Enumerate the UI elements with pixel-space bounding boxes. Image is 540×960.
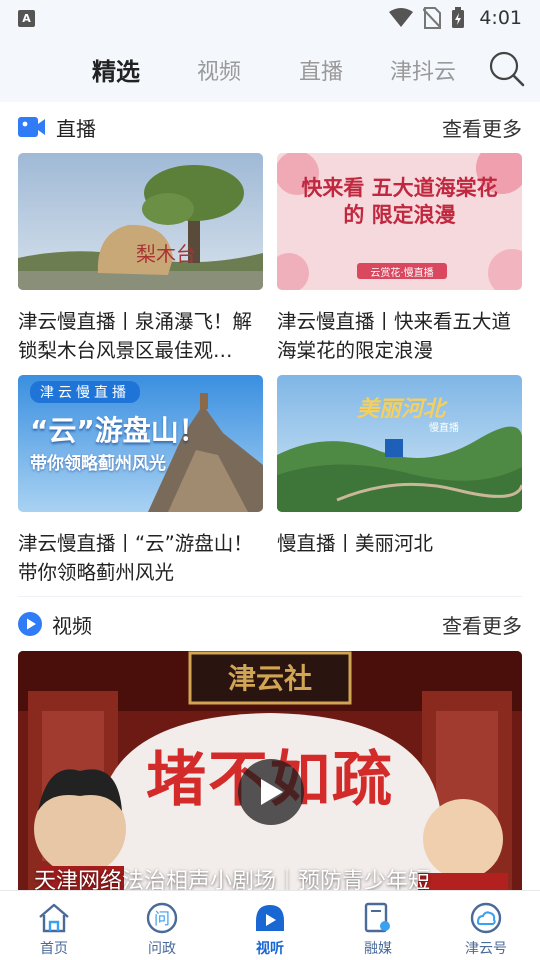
live-card-thumbnail: 梨木台	[18, 153, 263, 290]
no-sim-icon	[423, 7, 442, 29]
video-caption: 天津网络法治相声小剧场｜预防青少年短	[34, 869, 431, 890]
play-icon	[261, 779, 283, 805]
tab-jindouyun[interactable]: 津抖云	[390, 54, 456, 86]
status-bar: A 4:01	[0, 0, 540, 36]
thumb-stone-text: 梨木台	[136, 242, 196, 266]
thumb-badge: 慢直播	[429, 423, 459, 434]
thumb-subheadline: 带你领略蓟州风光	[30, 454, 166, 474]
search-icon[interactable]	[488, 50, 526, 88]
live-section-header: 直播 查看更多	[0, 102, 540, 152]
status-time: 4:01	[479, 7, 522, 29]
nav-cloud-account[interactable]: 津云号	[432, 891, 540, 960]
video-see-more-link[interactable]: 查看更多	[442, 610, 522, 639]
media-icon	[364, 902, 390, 933]
live-card-title: 津云慢直播丨快来看五大道海棠花的限定浪漫	[277, 310, 512, 362]
live-card-title: 慢直播丨美丽河北	[277, 532, 434, 555]
live-card[interactable]: 快来看 五大道海棠花的 限定浪漫 云赏花·慢直播 津云慢直播丨快来看五大道海棠花…	[277, 153, 522, 365]
home-icon	[39, 903, 69, 933]
nav-label: 问政	[148, 941, 176, 957]
bottom-navigation: 首页 问 问政 视听 融媒 津云号	[0, 890, 540, 960]
live-card-thumbnail: 美丽河北 慢直播	[277, 375, 522, 512]
thumb-badge: 津云慢直播	[30, 381, 140, 403]
tv-icon	[256, 905, 284, 931]
featured-video[interactable]: 津云社 堵不如疏 天津网络法治相声小剧场｜预防青少年短	[18, 651, 522, 890]
nav-label: 津云号	[465, 941, 507, 957]
wifi-icon	[389, 8, 414, 27]
live-see-more-link[interactable]: 查看更多	[442, 113, 522, 142]
nav-label: 融媒	[364, 941, 392, 957]
play-button[interactable]	[238, 759, 304, 825]
video-section-title: 视频	[52, 613, 92, 638]
live-card-thumbnail: 津云慢直播 “云”游盘山！ 带你领略蓟州风光	[18, 375, 263, 512]
theater-sign: 津云社	[227, 662, 312, 695]
cloud-account-icon	[470, 902, 502, 934]
svg-text:问: 问	[154, 909, 170, 928]
live-card-title: 津云慢直播丨“云”游盘山！带你领略蓟州风光	[18, 532, 253, 584]
main-content: 直播 查看更多 梨木台 津云慢直播丨泉涌瀑飞！解锁梨木台风景区最佳观… 快来看 …	[0, 102, 540, 890]
nav-media[interactable]: 融媒	[324, 891, 432, 960]
live-card[interactable]: 津云慢直播 “云”游盘山！ 带你领略蓟州风光 津云慢直播丨“云”游盘山！带你领略…	[18, 375, 263, 587]
live-camera-icon	[18, 117, 45, 137]
tab-video[interactable]: 视频	[197, 54, 241, 86]
video-section-header: 视频 查看更多	[0, 599, 540, 649]
tab-featured[interactable]: 精选	[92, 52, 140, 87]
nav-label: 首页	[40, 941, 68, 957]
tab-live[interactable]: 直播	[299, 54, 343, 86]
thumb-headline: “云”游盘山！	[30, 414, 207, 447]
nav-ask[interactable]: 问 问政	[108, 891, 216, 960]
live-card-title: 津云慢直播丨泉涌瀑飞！解锁梨木台风景区最佳观…	[18, 310, 253, 362]
live-card[interactable]: 美丽河北 慢直播 慢直播丨美丽河北	[277, 375, 522, 558]
top-tab-bar: 精选 视频 直播 津抖云	[0, 36, 540, 102]
play-circle-icon	[18, 612, 42, 636]
app-notification-icon: A	[18, 9, 35, 27]
live-card[interactable]: 梨木台 津云慢直播丨泉涌瀑飞！解锁梨木台风景区最佳观…	[18, 153, 263, 365]
section-divider	[18, 596, 522, 597]
nav-home[interactable]: 首页	[0, 891, 108, 960]
live-section-title: 直播	[56, 116, 96, 141]
nav-label: 视听	[256, 941, 284, 957]
nav-audiovisual[interactable]: 视听	[216, 891, 324, 960]
thumb-badge: 云赏花·慢直播	[370, 268, 434, 279]
ask-icon: 问	[146, 902, 178, 934]
battery-charging-icon	[452, 7, 465, 28]
live-card-thumbnail: 快来看 五大道海棠花的 限定浪漫 云赏花·慢直播	[277, 153, 522, 290]
thumb-headline: 快来看 五大道海棠花的 限定浪漫	[301, 176, 498, 227]
